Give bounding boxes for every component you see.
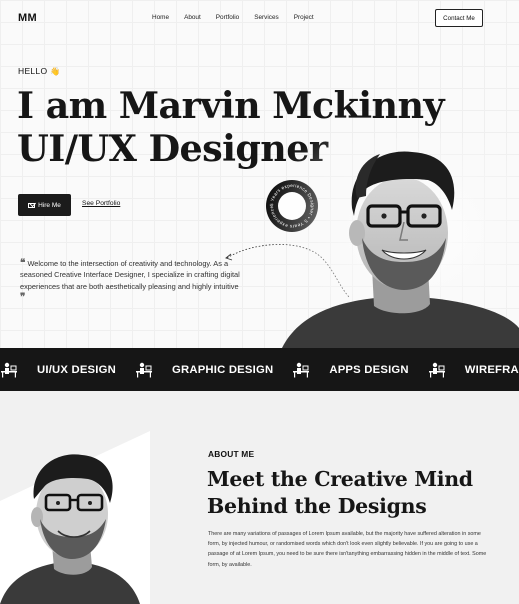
hero-section: MM Home About Portfolio Services Project… [0,0,519,348]
hire-me-button[interactable]: Hire Me [18,194,71,216]
close-quote-icon: ❞ [20,291,26,303]
contact-me-button[interactable]: Contact Me [435,9,483,27]
about-title-line-2: Behind the Designs [207,494,427,518]
greeting: HELLO 👋 [18,66,61,76]
designer-desk-icon [135,362,152,377]
intro-quote: ❝ Welcome to the intersection of creativ… [20,258,240,303]
designer-desk-icon [293,362,310,377]
open-quote-icon: ❝ [20,258,26,269]
nav-project[interactable]: Project [294,14,314,21]
nav-portfolio[interactable]: Portfolio [216,14,239,21]
hero-portrait-image [262,138,519,348]
intro-quote-text: Welcome to the intersection of creativit… [20,259,240,291]
about-body-text: There are many variations of passages of… [208,531,487,568]
marquee-item-graphic: GRAPHIC DESIGN [171,363,274,376]
marquee-track: UI/UX DESIGN GRAPHIC DESIGN APPS DESIGN … [0,360,519,380]
mail-icon [28,202,36,208]
about-title-line-1: Meet the Creative Mind [207,467,473,491]
nav-about[interactable]: About [184,14,201,21]
designer-desk-icon [428,362,445,377]
waving-hand-icon: 👋 [50,66,61,76]
main-nav: Home About Portfolio Services Project [152,14,314,21]
hire-me-label: Hire Me [38,201,61,209]
see-portfolio-link[interactable]: See Portfolio [82,200,120,207]
nav-services[interactable]: Services [254,14,279,21]
about-section: ABOUT ME Meet the Creative Mind Behind t… [0,391,519,604]
greeting-text: HELLO [18,66,48,76]
about-label: ABOUT ME [208,449,255,459]
nav-home[interactable]: Home [152,14,169,21]
designer-desk-icon [1,362,17,377]
site-logo[interactable]: MM [18,12,37,24]
headline-line-1: I am Marvin Mckinny [17,84,445,127]
skills-marquee: UI/UX DESIGN GRAPHIC DESIGN APPS DESIGN … [0,348,519,391]
marquee-item-wireframe: WIREFRAME [464,363,519,376]
about-title: Meet the Creative Mind Behind the Design… [207,466,473,520]
marquee-item-apps: APPS DESIGN [329,363,409,376]
marquee-item-uiux: UI/UX DESIGN [37,363,116,376]
about-portrait-image [0,454,140,604]
